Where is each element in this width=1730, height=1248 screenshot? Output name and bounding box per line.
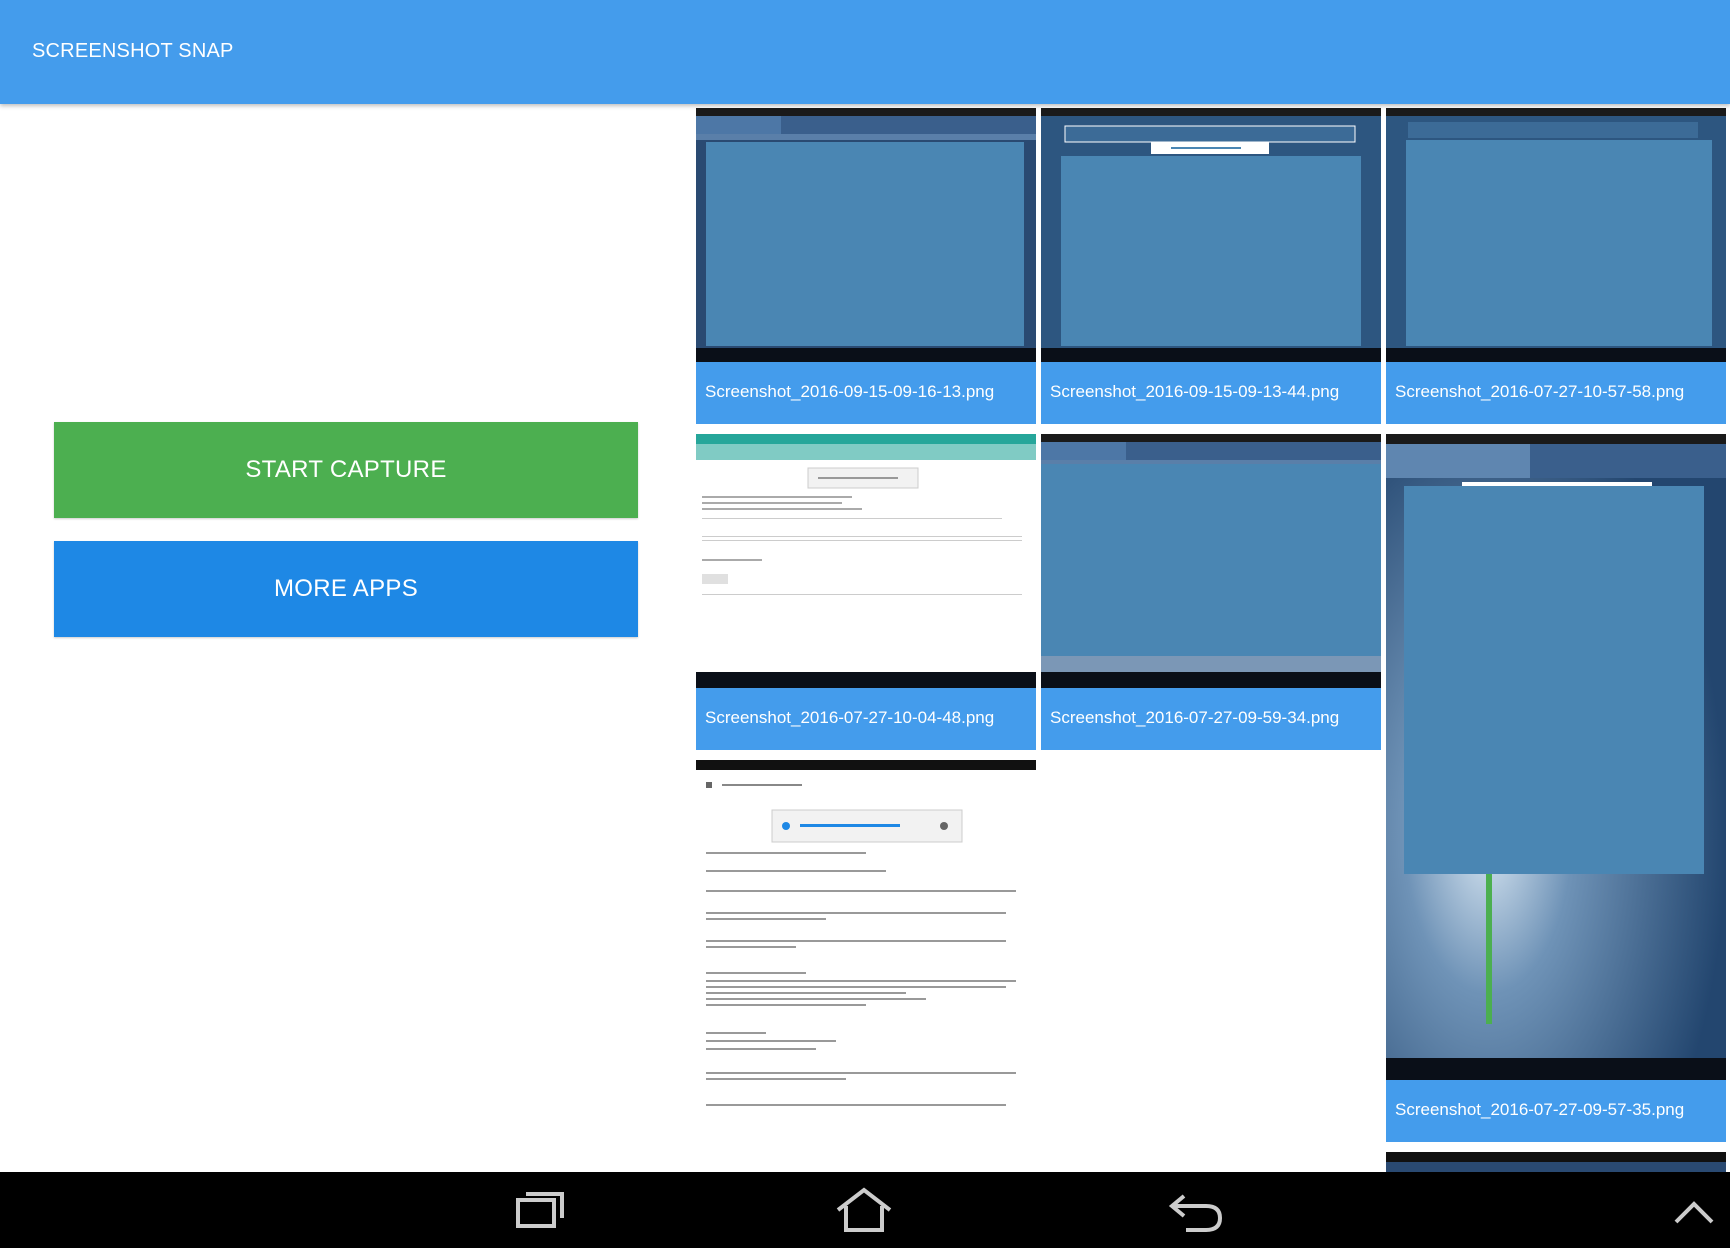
recent-apps-icon[interactable] [512,1186,568,1234]
app-bar: SCREENSHOT SNAP [0,0,1730,104]
screenshot-thumbnail [1386,1152,1726,1172]
action-pane: START CAPTURE MORE APPS [0,104,690,1172]
start-capture-button[interactable]: START CAPTURE [54,422,638,518]
chevron-up-icon[interactable] [1672,1186,1716,1234]
screenshot-thumbnail [696,434,1036,688]
screenshot-thumbnail [696,760,1036,1172]
screenshot-card[interactable]: Screenshot_2016-09-15-09-13-44.png [1041,108,1381,424]
screenshot-filename: Screenshot_2016-07-27-10-04-48.png [696,688,1036,750]
screenshot-card[interactable]: Screenshot_2016-07-27-09-57-35.png [1386,434,1726,1142]
screenshot-thumbnail [1041,434,1381,688]
screenshot-card[interactable] [696,760,1036,1172]
more-apps-button[interactable]: MORE APPS [54,541,638,637]
back-icon[interactable] [1166,1186,1226,1234]
screenshot-thumbnail [1386,434,1726,1080]
app-title: SCREENSHOT SNAP [32,40,234,62]
screenshot-thumbnail [1386,108,1726,362]
screenshot-card[interactable]: Screenshot_2016-07-27-10-57-58.png [1386,108,1726,424]
screenshot-filename: Screenshot_2016-09-15-09-16-13.png [696,362,1036,424]
screenshot-thumbnail [1041,108,1381,362]
screenshot-filename: Screenshot_2016-07-27-09-59-34.png [1041,688,1381,750]
screenshot-thumbnail [696,108,1036,362]
home-icon[interactable] [834,1186,894,1234]
screenshot-grid: Screenshot_2016-09-15-09-16-13.png Scree… [692,104,1730,1172]
screenshot-card[interactable]: Screenshot_2016-07-27-10-04-48.png [696,434,1036,750]
screenshot-card[interactable] [1386,1152,1726,1172]
screenshot-filename: Screenshot_2016-09-15-09-13-44.png [1041,362,1381,424]
screenshot-card[interactable]: Screenshot_2016-09-15-09-16-13.png [696,108,1036,424]
screenshot-card[interactable]: Screenshot_2016-07-27-09-59-34.png [1041,434,1381,750]
screenshot-filename: Screenshot_2016-07-27-10-57-58.png [1386,362,1726,424]
screenshot-filename: Screenshot_2016-07-27-09-57-35.png [1386,1080,1726,1142]
system-nav-bar [0,1172,1730,1248]
